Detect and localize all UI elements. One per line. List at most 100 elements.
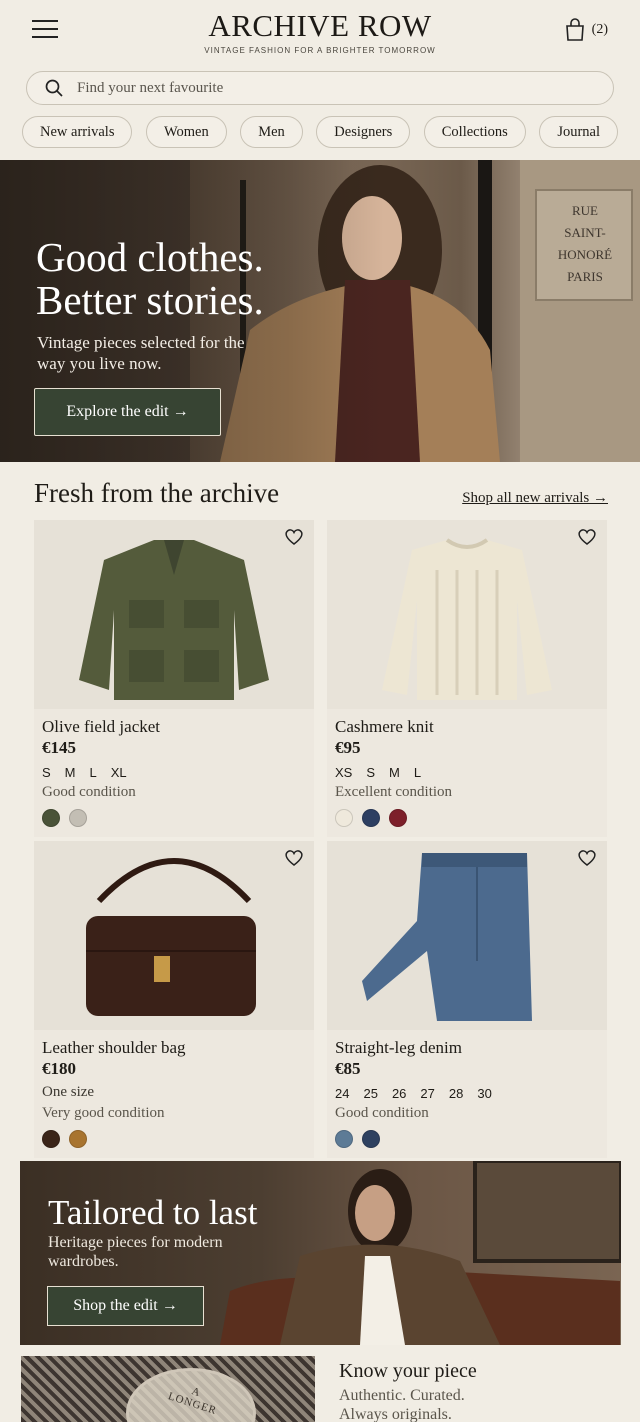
heart-icon[interactable]	[284, 849, 304, 867]
size-option[interactable]: 30	[477, 1086, 491, 1101]
size-list: XS S M L	[335, 765, 599, 780]
product-image[interactable]	[327, 520, 607, 709]
nav-chip-designers[interactable]: Designers	[316, 116, 411, 148]
size-option[interactable]: 28	[449, 1086, 463, 1101]
size-option[interactable]: M	[65, 765, 76, 780]
color-swatches	[335, 1130, 599, 1148]
size-option[interactable]: 24	[335, 1086, 349, 1101]
product-card[interactable]: Leather shoulder bag €180 One size Very …	[34, 841, 314, 1158]
nav-chip-new-arrivals[interactable]: New arrivals	[22, 116, 133, 148]
product-info: Olive field jacket €145 S M L XL Good co…	[34, 709, 314, 837]
site-header: ARCHIVE ROW VINTAGE FASHION FOR A BRIGHT…	[0, 0, 640, 64]
product-card[interactable]: Cashmere knit €95 XS S M L Excellent con…	[327, 520, 607, 837]
nav-chip-women[interactable]: Women	[145, 116, 227, 148]
search-bar[interactable]	[26, 71, 614, 105]
size-list: S M L XL	[42, 765, 306, 780]
know-subtitle-line: Authentic. Curated.	[339, 1387, 465, 1404]
product-name[interactable]: Cashmere knit	[335, 717, 599, 737]
size-option[interactable]: L	[90, 765, 97, 780]
color-swatch[interactable]	[389, 809, 407, 827]
authenticity-image: A LONGER	[21, 1356, 315, 1422]
size-option[interactable]: 25	[363, 1086, 377, 1101]
jacket-image	[34, 520, 314, 709]
product-info: Straight-leg denim €85 24 25 26 27 28 30…	[327, 1030, 607, 1158]
product-image[interactable]	[34, 520, 314, 709]
size-option[interactable]: XS	[335, 765, 352, 780]
size-option[interactable]: S	[42, 765, 51, 780]
explore-edit-button[interactable]: Explore the edit →	[34, 388, 221, 436]
color-swatch[interactable]	[42, 1130, 60, 1148]
product-price: €145	[42, 738, 76, 757]
nav-chip-collections[interactable]: Collections	[423, 116, 526, 148]
product-name[interactable]: Olive field jacket	[42, 717, 306, 737]
category-nav: New arrivals Women Men Designers Collect…	[22, 116, 618, 148]
color-swatch[interactable]	[69, 809, 87, 827]
bag-image	[34, 841, 314, 1030]
size-info: One size	[42, 1084, 95, 1100]
product-price: €85	[335, 1059, 361, 1078]
product-price: €180	[42, 1059, 76, 1078]
heart-icon[interactable]	[577, 528, 597, 546]
hero-title-line: Good clothes.	[36, 234, 264, 280]
section-title: Fresh from the archive	[34, 478, 280, 508]
product-condition: Good condition	[335, 1105, 429, 1121]
know-subtitle-line: Always originals.	[339, 1406, 452, 1422]
product-name[interactable]: Straight-leg denim	[335, 1038, 599, 1058]
nav-chip-journal[interactable]: Journal	[539, 116, 618, 148]
product-card[interactable]: Straight-leg denim €85 24 25 26 27 28 30…	[327, 841, 607, 1158]
hero-banner: RUE SAINT-HONORÉ PARIS Good clothes. Bet…	[0, 160, 640, 462]
street-sign-line: RUE	[572, 203, 598, 218]
color-swatch[interactable]	[69, 1130, 87, 1148]
heart-icon[interactable]	[284, 528, 304, 546]
cart-count: (2)	[591, 22, 608, 37]
nav-chip-men[interactable]: Men	[240, 116, 303, 148]
color-swatch[interactable]	[42, 809, 60, 827]
brand-tagline: VINTAGE FASHION FOR A BRIGHTER TOMORROW	[204, 46, 436, 55]
new-arrivals-header: Fresh from the archive Shop all new arri…	[34, 478, 608, 509]
product-info: Cashmere knit €95 XS S M L Excellent con…	[327, 709, 607, 837]
color-swatch[interactable]	[335, 809, 353, 827]
hero-title-line: Better stories.	[36, 277, 264, 323]
promo-banner: Tailored to last Heritage pieces for mod…	[20, 1161, 621, 1345]
product-image[interactable]	[327, 841, 607, 1030]
color-swatch[interactable]	[362, 1130, 380, 1148]
cart-button[interactable]: (2)	[564, 18, 608, 42]
street-sign-line: SAINT-HONORÉ	[557, 225, 613, 262]
size-option[interactable]: XL	[111, 765, 127, 780]
color-swatch[interactable]	[335, 1130, 353, 1148]
size-option[interactable]: L	[414, 765, 421, 780]
street-sign: RUE SAINT-HONORÉ PARIS	[540, 200, 630, 288]
product-card[interactable]: Olive field jacket €145 S M L XL Good co…	[34, 520, 314, 837]
know-subtitle: Authentic. Curated. Always originals.	[339, 1386, 465, 1422]
hero-subtitle: Vintage pieces selected for the way you …	[37, 333, 245, 373]
product-condition: Very good condition	[42, 1105, 165, 1121]
street-sign-line: PARIS	[567, 269, 603, 284]
know-title: Know your piece	[339, 1360, 477, 1382]
color-swatches	[335, 809, 599, 827]
shop-all-link[interactable]: Shop all new arrivals →	[462, 490, 608, 507]
denim-image	[327, 841, 607, 1030]
brand-name[interactable]: ARCHIVE ROW	[0, 8, 640, 44]
shop-edit-button[interactable]: Shop the edit →	[47, 1286, 204, 1326]
search-input[interactable]	[77, 79, 557, 97]
brand[interactable]: ARCHIVE ROW VINTAGE FASHION FOR A BRIGHT…	[0, 8, 640, 55]
size-option[interactable]: S	[366, 765, 375, 780]
product-image[interactable]	[34, 841, 314, 1030]
product-name[interactable]: Leather shoulder bag	[42, 1038, 306, 1058]
product-condition: Good condition	[42, 784, 136, 800]
search-icon	[45, 79, 63, 97]
color-swatches	[42, 1130, 306, 1148]
color-swatch[interactable]	[362, 809, 380, 827]
product-condition: Excellent condition	[335, 784, 453, 800]
size-option[interactable]: 27	[420, 1086, 434, 1101]
product-info: Leather shoulder bag €180 One size Very …	[34, 1030, 314, 1158]
heart-icon[interactable]	[577, 849, 597, 867]
shopping-bag-icon	[565, 18, 584, 41]
size-list: 24 25 26 27 28 30	[335, 1086, 599, 1101]
size-option[interactable]: 26	[392, 1086, 406, 1101]
size-option[interactable]: M	[389, 765, 400, 780]
promo-subtitle: Heritage pieces for modern wardrobes.	[48, 1234, 223, 1270]
sweater-image	[327, 520, 607, 709]
hero-title: Good clothes. Better stories.	[36, 236, 264, 322]
color-swatches	[42, 809, 306, 827]
